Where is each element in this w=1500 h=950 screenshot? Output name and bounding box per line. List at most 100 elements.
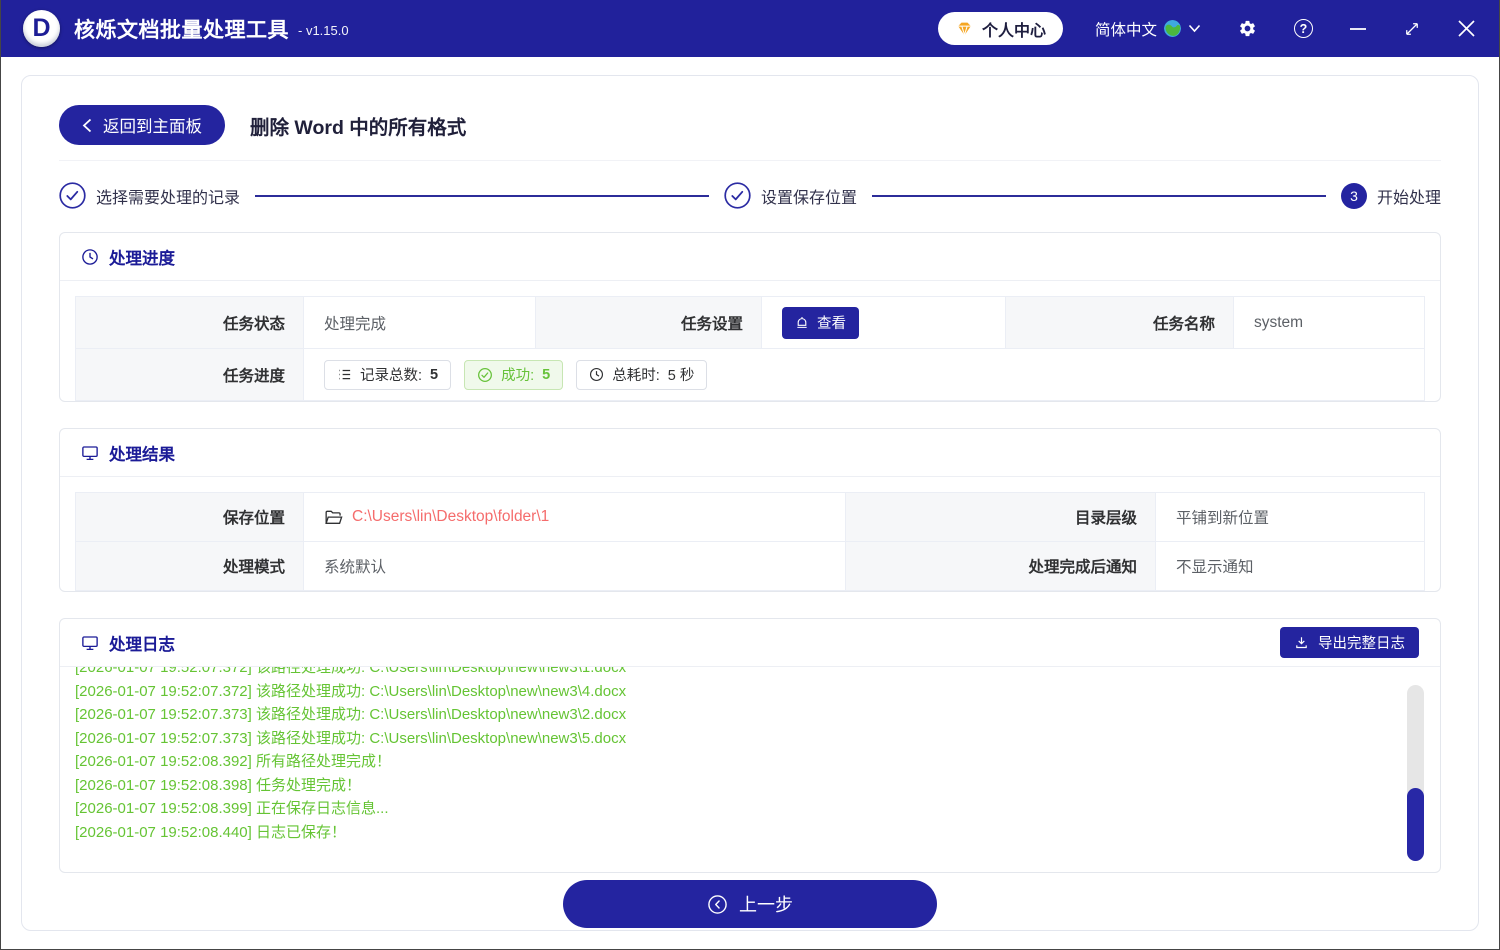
close-icon[interactable] [1458, 20, 1475, 37]
log-lines: [2026-01-07 19:52:07.372] 该路径处理成功: C:\Us… [75, 667, 1400, 844]
mode-value: 系统默认 [304, 542, 846, 590]
log-line: [2026-01-07 19:52:07.373] 该路径处理成功: C:\Us… [75, 706, 627, 723]
table-row: 保存位置 C:\Users\lin\Desktop\folder\1 目录层级 … [76, 493, 1424, 542]
main-area: 返回到主面板 删除 Word 中的所有格式 选择需要处理的记录 设置保存位置 3… [1, 57, 1499, 949]
page-title: 删除 Word 中的所有格式 [250, 116, 467, 139]
view-settings-button[interactable]: 查看 [782, 306, 859, 339]
monitor-icon [81, 634, 99, 652]
badge-value: 5 [542, 366, 551, 383]
previous-step-button[interactable]: 上一步 [563, 880, 937, 928]
badge-value: 5 秒 [667, 368, 695, 384]
success-badge: 成功: 5 [464, 359, 564, 390]
settings-gear-icon[interactable] [1238, 19, 1257, 38]
save-location-path[interactable]: C:\Users\lin\Desktop\folder\1 [352, 508, 549, 526]
log-line: [2026-01-07 19:52:07.373] 该路径处理成功: C:\Us… [75, 729, 627, 747]
total-records-badge: 记录总数: 5 [324, 359, 452, 390]
table-row: 处理模式 系统默认 处理完成后通知 不显示通知 [76, 542, 1424, 591]
step-3-start-processing: 3 开始处理 [1341, 182, 1442, 209]
log-line: [2026-01-07 19:52:07.372] 该路径处理成功: C:\Us… [75, 667, 627, 676]
globe-icon [1164, 20, 1181, 37]
log-line: [2026-01-07 19:52:07.372] 该路径处理成功: C:\Us… [75, 682, 627, 700]
check-circle-icon [477, 367, 493, 383]
result-table: 保存位置 C:\Users\lin\Desktop\folder\1 目录层级 … [75, 492, 1425, 591]
task-progress-cell: 记录总数: 5 成功: 5 总耗时: 5 秒 [304, 349, 1424, 400]
log-panel: 处理日志 导出完整日志 [2026-01-07 19:52:07.372] 该路… [59, 618, 1441, 873]
help-glyph: ? [1299, 21, 1308, 36]
app-version: - v1.15.0 [298, 23, 349, 38]
step-connector [872, 194, 1326, 197]
export-log-button[interactable]: 导出完整日志 [1280, 627, 1419, 658]
previous-step-label: 上一步 [739, 895, 793, 915]
log-panel-header: 处理日志 导出完整日志 [60, 619, 1440, 667]
result-panel-header: 处理结果 [60, 429, 1440, 477]
dir-level-label: 目录层级 [846, 493, 1156, 541]
app-title: 核烁文档批量处理工具 [74, 18, 289, 42]
alarm-icon [795, 316, 809, 330]
clock-icon [81, 248, 99, 266]
log-scrollbar-thumb[interactable] [1407, 788, 1424, 861]
task-settings-cell: 查看 [762, 297, 1006, 348]
step-connector [255, 194, 709, 197]
app-window: D 核烁文档批量处理工具 - v1.15.0 个人中心 简体中文 ? 返回到主面… [0, 0, 1500, 950]
save-location-cell: C:\Users\lin\Desktop\folder\1 [304, 493, 846, 541]
content-card: 返回到主面板 删除 Word 中的所有格式 选择需要处理的记录 设置保存位置 3… [21, 75, 1479, 931]
step-label: 开始处理 [1377, 189, 1442, 207]
check-circle-icon [724, 182, 751, 209]
progress-panel-header: 处理进度 [60, 233, 1440, 281]
download-icon [1294, 635, 1309, 650]
user-center-label: 个人中心 [981, 22, 1046, 40]
task-status-value: 处理完成 [304, 297, 536, 348]
log-line: [2026-01-07 19:52:08.440] 日志已保存！ [75, 823, 346, 841]
badge-label: 成功: [501, 368, 535, 384]
task-settings-label: 任务设置 [536, 297, 762, 348]
badge-label: 总耗时: [612, 368, 660, 384]
chevron-down-icon [1188, 24, 1201, 33]
language-selector[interactable]: 简体中文 [1095, 18, 1201, 40]
back-to-dashboard-button[interactable]: 返回到主面板 [59, 105, 225, 145]
step-label: 选择需要处理的记录 [96, 189, 241, 207]
step-2-save-location: 设置保存位置 [724, 182, 857, 209]
help-icon[interactable]: ? [1294, 19, 1313, 38]
table-row: 任务进度 记录总数: 5 成功: 5 总耗时: 5 秒 [76, 349, 1424, 401]
step-number-badge: 3 [1341, 182, 1367, 209]
progress-panel-title: 处理进度 [109, 249, 175, 268]
log-line: [2026-01-07 19:52:08.398] 任务处理完成！ [75, 776, 361, 794]
log-line: [2026-01-07 19:52:08.399] 正在保存日志信息... [75, 800, 389, 817]
badge-label: 记录总数: [360, 368, 423, 384]
result-panel-title: 处理结果 [109, 445, 175, 464]
view-button-label: 查看 [817, 316, 846, 332]
language-label: 简体中文 [1094, 21, 1157, 39]
chevron-left-icon [82, 118, 92, 133]
table-row: 任务状态 处理完成 任务设置 查看 任务名称 system [76, 297, 1424, 349]
minimize-icon[interactable] [1350, 27, 1366, 31]
monitor-icon [81, 444, 99, 462]
chevron-left-circle-icon [707, 894, 728, 915]
export-button-label: 导出完整日志 [1318, 636, 1405, 652]
log-viewport[interactable]: [2026-01-07 19:52:07.372] 该路径处理成功: C:\Us… [60, 667, 1440, 872]
clock-icon [589, 367, 604, 382]
log-panel-title: 处理日志 [109, 635, 175, 654]
elapsed-time-badge: 总耗时: 5 秒 [576, 359, 708, 390]
task-progress-label: 任务进度 [76, 349, 304, 400]
notify-value: 不显示通知 [1176, 559, 1254, 576]
mode-label: 处理模式 [76, 542, 304, 590]
vip-gem-icon [955, 19, 974, 38]
log-line: [2026-01-07 19:52:08.392] 所有路径处理完成！ [75, 753, 391, 770]
save-location-label: 保存位置 [76, 493, 304, 541]
task-status-label: 任务状态 [76, 297, 304, 348]
progress-panel: 处理进度 任务状态 处理完成 任务设置 查看 任务名称 system 任务进度 … [59, 232, 1441, 402]
back-button-label: 返回到主面板 [103, 118, 202, 136]
result-panel: 处理结果 保存位置 C:\Users\lin\Desktop\folder\1 … [59, 428, 1441, 592]
maximize-restore-icon[interactable] [1403, 20, 1421, 38]
page-header: 返回到主面板 删除 Word 中的所有格式 [59, 76, 1441, 161]
step-label: 设置保存位置 [761, 189, 858, 207]
task-name-label: 任务名称 [1006, 297, 1234, 348]
log-scrollbar-track[interactable] [1407, 685, 1424, 861]
dir-level-value: 平铺到新位置 [1176, 510, 1270, 527]
footer: 上一步 [59, 873, 1441, 928]
list-icon [337, 367, 352, 382]
titlebar: D 核烁文档批量处理工具 - v1.15.0 个人中心 简体中文 ? [1, 0, 1499, 57]
check-circle-icon [59, 182, 86, 209]
step-1-select-records: 选择需要处理的记录 [59, 182, 240, 209]
user-center-button[interactable]: 个人中心 [937, 12, 1063, 45]
